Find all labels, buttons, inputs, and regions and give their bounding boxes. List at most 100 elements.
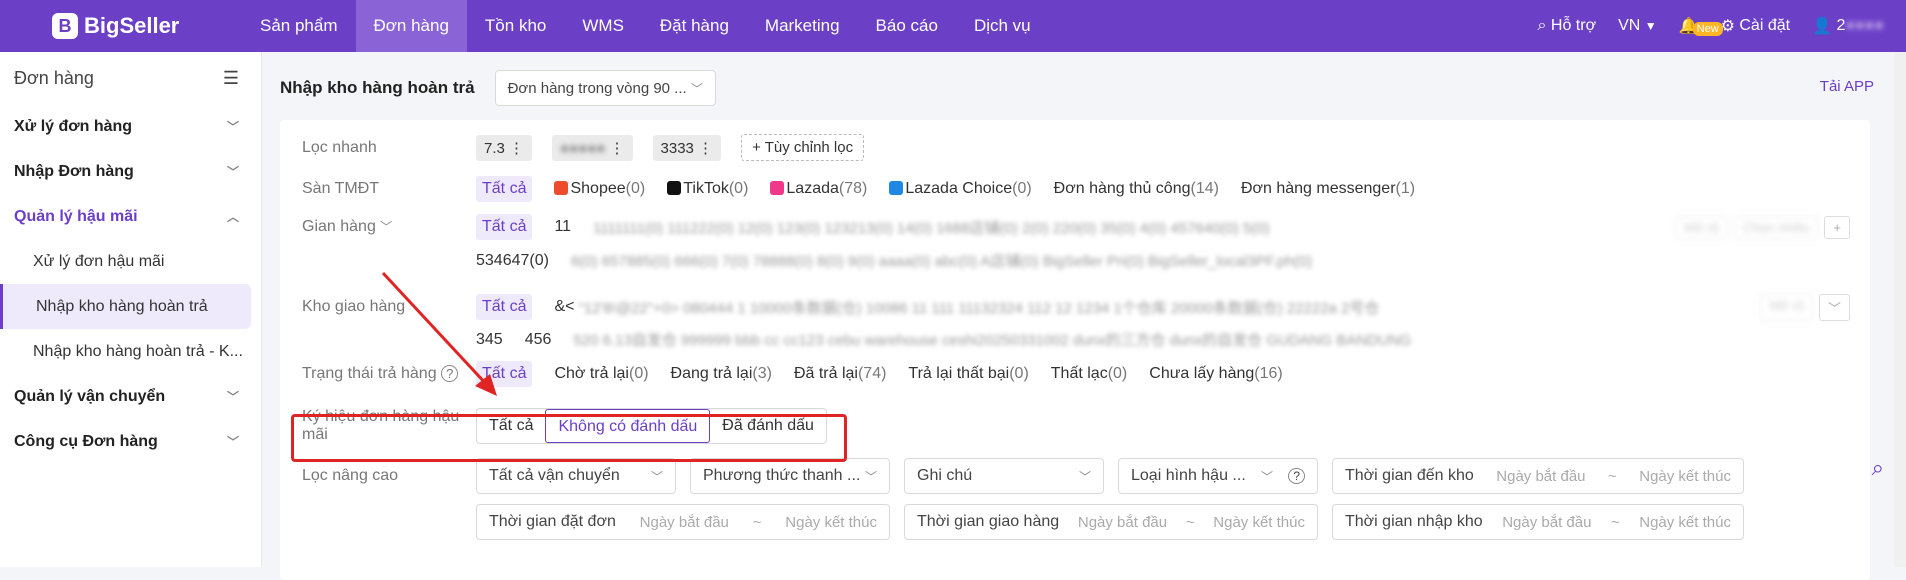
platform-count: (78) [838, 180, 868, 197]
platform-lazada-choice[interactable]: Lazada Choice(0) [889, 180, 1032, 198]
warehouse-list-blurred-2: 520 6.13自发仓 999999 bbb cc cc123 cebu war… [573, 332, 1412, 349]
platform-tiktok[interactable]: TikTok(0) [667, 180, 748, 198]
platform-name: Đơn hàng messenger [1240, 180, 1396, 197]
after-sales-type-select[interactable]: Loại hình hậu ... ﹀? [1118, 458, 1318, 494]
chevron-down-icon: ﹀ [1261, 469, 1274, 484]
status-count: (0) [1009, 365, 1029, 382]
caret-down-icon: ▼ [1644, 19, 1657, 33]
user-icon: 👤 [1812, 18, 1832, 35]
range-separator: ~ [1608, 467, 1617, 485]
chevron-down-icon: ﹀ [864, 469, 877, 484]
status-count: (3) [752, 365, 772, 382]
quick-chip[interactable]: 3333 ⋮ [652, 134, 722, 161]
user-menu[interactable]: 👤 2 ●●●● [1812, 16, 1884, 36]
lazada-icon [770, 181, 785, 195]
help-circle-icon[interactable]: ? [1288, 468, 1305, 484]
payment-method-value: Phương thức thanh ... [703, 467, 861, 484]
status-count: (74) [857, 365, 887, 382]
platform-count: (1) [1395, 180, 1416, 197]
status-name: Chưa lấy hàng [1149, 365, 1255, 382]
platform-name: Lazada Choice [905, 180, 1013, 197]
shop-list-blurred-2: 6(0) 657885(0) 666(0) 7(0) 78888(0) 8(0)… [570, 253, 1313, 270]
chevron-down-icon: ﹀ [1078, 469, 1091, 484]
return-status-not-picked[interactable]: Chưa lấy hàng(16) [1149, 365, 1282, 383]
expand-button[interactable]: Mở rộ [1675, 215, 1728, 239]
select-many-button[interactable]: Chọn nhiều [1733, 215, 1819, 239]
warehouse-tools: Mở rộ ﹀ [1760, 293, 1850, 321]
help-link[interactable]: ⌕ Hỗ trợ [1537, 17, 1596, 35]
end-date-placeholder: Ngày kết thúc [1639, 467, 1731, 485]
arrive-time-label: Thời gian đến kho [1345, 467, 1474, 484]
help-label: Hỗ trợ [1550, 17, 1597, 34]
search-icon: ⌕ [1537, 17, 1547, 34]
start-date-placeholder: Ngày bắt đầu [1077, 513, 1168, 531]
settings-link[interactable]: ⚙ Cài đặt [1721, 16, 1791, 36]
return-status-failed[interactable]: Trả lại thất bại(0) [908, 365, 1028, 383]
status-name: Đã trả lại [793, 365, 858, 382]
start-date-placeholder: Ngày bắt đầu [639, 513, 729, 531]
platform-count: (0) [728, 180, 749, 197]
nav-purchase[interactable]: Đặt hàng [642, 0, 747, 52]
return-status-returning[interactable]: Đang trả lại(3) [671, 365, 772, 383]
end-date-placeholder: Ngày kết thúc [785, 513, 877, 531]
range-separator: ~ [1610, 513, 1620, 531]
annotation-arrow [381, 271, 497, 396]
status-name: Thất lạc [1050, 365, 1108, 382]
start-date-placeholder: Ngày bắt đầu [1502, 513, 1592, 531]
arrive-time-range[interactable]: Thời gian đến kho Ngày bắt đầu ~ Ngày kết t… [1332, 458, 1744, 494]
expand-button[interactable]: Mở rộ [1760, 293, 1813, 321]
gear-icon: ⚙ [1720, 18, 1735, 35]
after-sales-type-value: Loại hình hậu ... [1131, 467, 1246, 484]
start-date-placeholder: Ngày bắt đầu [1496, 467, 1586, 485]
import-time-range[interactable]: Thời gian nhập kho Ngày bắt đầu ~ Ngày kết … [1332, 504, 1744, 540]
language-select[interactable]: VN ▼ [1618, 17, 1657, 35]
platform-count: (14) [1190, 180, 1219, 197]
status-name: Đang trả lại [670, 365, 753, 382]
return-status-lost[interactable]: Thất lạc(0) [1051, 365, 1127, 383]
settings-label: Cài đặt [1739, 17, 1791, 34]
end-date-placeholder: Ngày kết thúc [1639, 513, 1731, 531]
payment-method-select[interactable]: Phương thức thanh ... ﹀ [690, 458, 890, 494]
range-separator: ~ [752, 513, 762, 531]
add-icon[interactable]: + [1824, 215, 1850, 239]
quick-chip-label: 3333 [660, 139, 694, 157]
new-badge: New [1692, 22, 1723, 36]
user-name-blurred: ●●●● [1845, 17, 1884, 34]
chevron-down-icon: ﹀ [690, 81, 703, 96]
notification-button[interactable]: 🔔 New [1679, 16, 1723, 36]
platform-count: (0) [625, 180, 646, 197]
chevron-down-icon[interactable]: ﹀ [1818, 293, 1850, 321]
platform-name: Đơn hàng thủ công [1053, 180, 1191, 197]
platform-name: Lazada [786, 180, 839, 197]
status-count: (16) [1254, 365, 1283, 382]
nav-services[interactable]: Dịch vụ [956, 0, 1049, 52]
range-separator: ~ [1185, 513, 1195, 531]
note-select[interactable]: Ghi chú ﹀ [904, 458, 1104, 494]
tiktok-icon [667, 181, 682, 195]
return-status-returned[interactable]: Đã trả lại(74) [794, 365, 886, 383]
shop-list-blurred: 1111111(0) 111222(0) 12(0) 123(0) 123213… [593, 219, 1270, 237]
note-value: Ghi chú [917, 467, 973, 484]
language-label: VN [1618, 17, 1641, 34]
warehouse-list-blurred: "12'8!@22"+0> 080444 1 10000条数据(仓) 10086… [578, 299, 1380, 317]
platform-lazada[interactable]: Lazada(78) [770, 180, 867, 198]
nav-reports[interactable]: Báo cáo [858, 0, 956, 52]
import-time-label: Thời gian nhập kho [1345, 513, 1483, 530]
ship-time-range[interactable]: Thời gian giao hàng Ngày bắt đầu ~ Ngày kết… [904, 504, 1318, 540]
status-name: Trả lại thất bại [908, 365, 1010, 382]
platform-count: (0) [1012, 180, 1032, 197]
status-count: (0) [628, 365, 649, 382]
nav-marketing[interactable]: Marketing [747, 0, 858, 52]
user-name: 2 [1836, 17, 1846, 34]
arrow-shaft [381, 271, 490, 388]
platform-messenger[interactable]: Đơn hàng messenger(1) [1241, 180, 1415, 198]
shop-tools: Mở rộ Chọn nhiều + [1675, 215, 1850, 239]
floating-search-icon[interactable]: ⌕ [1872, 455, 1884, 481]
lazada-choice-icon [889, 181, 904, 195]
download-app-link[interactable]: Tải APP [1820, 78, 1874, 95]
status-count: (0) [1107, 365, 1128, 382]
platform-manual[interactable]: Đơn hàng thủ công(14) [1054, 180, 1219, 198]
custom-filter-button[interactable]: + Tùy chỉnh lọc [741, 134, 865, 161]
page-scrollbar[interactable] [1894, 52, 1906, 567]
platform-name: TikTok [683, 180, 729, 197]
